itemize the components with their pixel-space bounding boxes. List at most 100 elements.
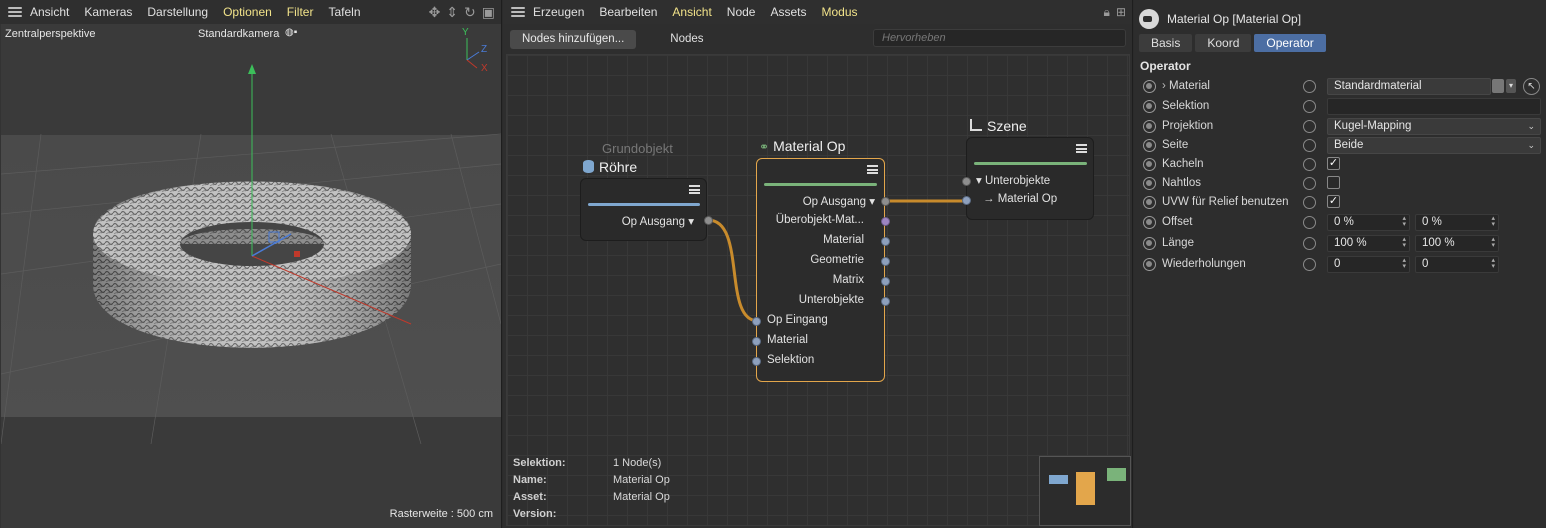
materialop-port-op-ausgang[interactable]: Op Ausgang ▾ — [803, 194, 875, 208]
materialop-unterobjekte-dot[interactable] — [881, 297, 890, 306]
materialop-ueberobjekt-dot[interactable] — [881, 217, 890, 226]
maximize-view-icon[interactable]: ▣ — [482, 4, 495, 21]
rotate-view-icon[interactable]: ↻ — [464, 4, 476, 21]
material-dropdown-icon[interactable]: ▾ — [1506, 79, 1516, 93]
stepper-icon[interactable]: ▴ ▾ — [1402, 215, 1406, 228]
menu-ansicht[interactable]: Ansicht — [30, 5, 69, 19]
menu-optionen[interactable]: Optionen — [223, 5, 272, 19]
override-icon[interactable] — [1303, 177, 1316, 190]
animation-icon[interactable] — [1143, 120, 1156, 133]
materialop-selektion-dot[interactable] — [752, 357, 761, 366]
stepper-icon[interactable]: ▴ ▾ — [1491, 215, 1495, 228]
wiederholungen-v-field[interactable]: 0 ▴ ▾ — [1415, 256, 1499, 273]
menu-tafeln[interactable]: Tafeln — [328, 5, 360, 19]
tab-basis[interactable]: Basis — [1139, 34, 1193, 52]
uvw-relief-checkbox[interactable]: ✓ — [1327, 195, 1340, 208]
override-icon[interactable] — [1303, 100, 1316, 113]
selektion-field[interactable] — [1327, 98, 1541, 115]
animation-icon[interactable] — [1143, 100, 1156, 113]
materialop-op-eingang-dot[interactable] — [752, 317, 761, 326]
stepper-icon[interactable]: ▴ ▾ — [1402, 236, 1406, 249]
roehre-output-dot[interactable] — [704, 216, 713, 225]
move-view-icon[interactable]: ✥ — [429, 4, 441, 21]
materialop-port-matrix[interactable]: Matrix — [833, 274, 864, 286]
animation-icon[interactable] — [1143, 196, 1156, 209]
laenge-v-field[interactable]: 100 % ▴ ▾ — [1415, 235, 1499, 252]
camera-label[interactable]: Standardkamera — [198, 28, 279, 40]
node-menu-icon[interactable] — [689, 185, 700, 194]
menu-darstellung[interactable]: Darstellung — [147, 5, 208, 19]
stepper-icon[interactable]: ▴ ▾ — [1402, 257, 1406, 270]
menu-kameras[interactable]: Kameras — [84, 5, 132, 19]
materialop-port-unterobjekte[interactable]: Unterobjekte — [799, 294, 864, 306]
wiederholungen-u-field[interactable]: 0 ▴ ▾ — [1327, 256, 1410, 273]
materialop-node-title[interactable]: ⚭ Material Op — [759, 138, 845, 154]
materialop-port-material-in[interactable]: Material — [767, 334, 808, 346]
offset-u-field[interactable]: 0 % ▴ ▾ — [1327, 214, 1410, 231]
viewport-canvas[interactable]: Zentralperspektive Standardkamera ◍▪ Y Z… — [1, 24, 501, 528]
override-icon[interactable] — [1303, 120, 1316, 133]
offset-v-field[interactable]: 0 % ▴ ▾ — [1415, 214, 1499, 231]
pick-object-icon[interactable]: ↖ — [1523, 78, 1540, 95]
roehre-node-title[interactable]: Röhre — [583, 159, 637, 175]
materialop-geometrie-dot[interactable] — [881, 257, 890, 266]
menu-bearbeiten[interactable]: Bearbeiten — [599, 5, 657, 19]
szene-material-op-dot[interactable] — [962, 196, 971, 205]
animation-icon[interactable] — [1143, 258, 1156, 271]
tab-nodes[interactable]: Nodes — [670, 33, 703, 45]
override-icon[interactable] — [1303, 196, 1316, 209]
szene-unterobjekte-dot[interactable] — [962, 177, 971, 186]
animation-icon[interactable] — [1143, 237, 1156, 250]
menu-filter[interactable]: Filter — [287, 5, 314, 19]
highlight-search-input[interactable]: Hervorheben — [873, 29, 1126, 47]
projektion-select[interactable]: Kugel-Mapping ⌄ — [1327, 118, 1541, 135]
materialop-port-op-eingang[interactable]: Op Eingang — [767, 314, 828, 326]
new-window-icon[interactable]: ⊞ — [1116, 5, 1126, 20]
animation-icon[interactable] — [1143, 216, 1156, 229]
menu-assets[interactable]: Assets — [770, 5, 806, 19]
materialop-port-material-out[interactable]: Material — [823, 234, 864, 246]
hamburger-icon[interactable] — [511, 7, 525, 17]
materialop-port-geometrie[interactable]: Geometrie — [810, 254, 864, 266]
node-minimap[interactable] — [1039, 456, 1131, 526]
materialop-matrix-dot[interactable] — [881, 277, 890, 286]
override-icon[interactable] — [1303, 80, 1316, 93]
kacheln-checkbox[interactable]: ✓ — [1327, 157, 1340, 170]
menu-node[interactable]: Node — [727, 5, 756, 19]
override-icon[interactable] — [1303, 258, 1316, 271]
animation-icon[interactable] — [1143, 139, 1156, 152]
stepper-icon[interactable]: ▴ ▾ — [1491, 257, 1495, 270]
szene-node[interactable]: ▾ Unterobjekte → Material Op — [966, 137, 1094, 220]
animation-icon[interactable] — [1143, 177, 1156, 190]
wire-roehre-to-materialop[interactable] — [707, 218, 759, 323]
node-menu-icon[interactable] — [1076, 144, 1087, 153]
node-menu-icon[interactable] — [867, 165, 878, 174]
szene-node-title[interactable]: Szene — [970, 118, 1027, 134]
roehre-node[interactable]: Op Ausgang ▾ — [580, 178, 707, 241]
hamburger-icon[interactable] — [8, 7, 22, 17]
override-icon[interactable] — [1303, 158, 1316, 171]
override-icon[interactable] — [1303, 237, 1316, 250]
seite-select[interactable]: Beide ⌄ — [1327, 137, 1541, 154]
add-nodes-button[interactable]: Nodes hinzufügen... — [510, 29, 637, 49]
lock-icon[interactable]: 🔒︎ — [1104, 5, 1110, 20]
materialop-output-dot[interactable] — [881, 197, 890, 206]
menu-modus[interactable]: Modus — [821, 5, 857, 19]
materialop-port-selektion[interactable]: Selektion — [767, 354, 814, 366]
menu-erzeugen[interactable]: Erzeugen — [533, 5, 584, 19]
material-link-field[interactable]: Standardmaterial — [1327, 78, 1491, 95]
tab-koord[interactable]: Koord — [1195, 34, 1252, 52]
tab-operator[interactable]: Operator — [1254, 34, 1326, 52]
dolly-view-icon[interactable]: ⇕ — [446, 4, 458, 21]
materialop-node[interactable]: Op Ausgang ▾ Überobjekt-Mat... Material … — [756, 158, 885, 382]
override-icon[interactable] — [1303, 216, 1316, 229]
override-icon[interactable] — [1303, 139, 1316, 152]
materialop-port-ueberobjekt-material[interactable]: Überobjekt-Mat... — [776, 214, 864, 226]
animation-icon[interactable] — [1143, 158, 1156, 171]
laenge-u-field[interactable]: 100 % ▴ ▾ — [1327, 235, 1410, 252]
menu-ansicht[interactable]: Ansicht — [672, 5, 711, 19]
szene-port-material-op[interactable]: → Material Op — [983, 193, 1057, 205]
szene-port-unterobjekte[interactable]: ▾ Unterobjekte — [976, 173, 1050, 187]
stepper-icon[interactable]: ▴ ▾ — [1491, 236, 1495, 249]
animation-icon[interactable] — [1143, 80, 1156, 93]
